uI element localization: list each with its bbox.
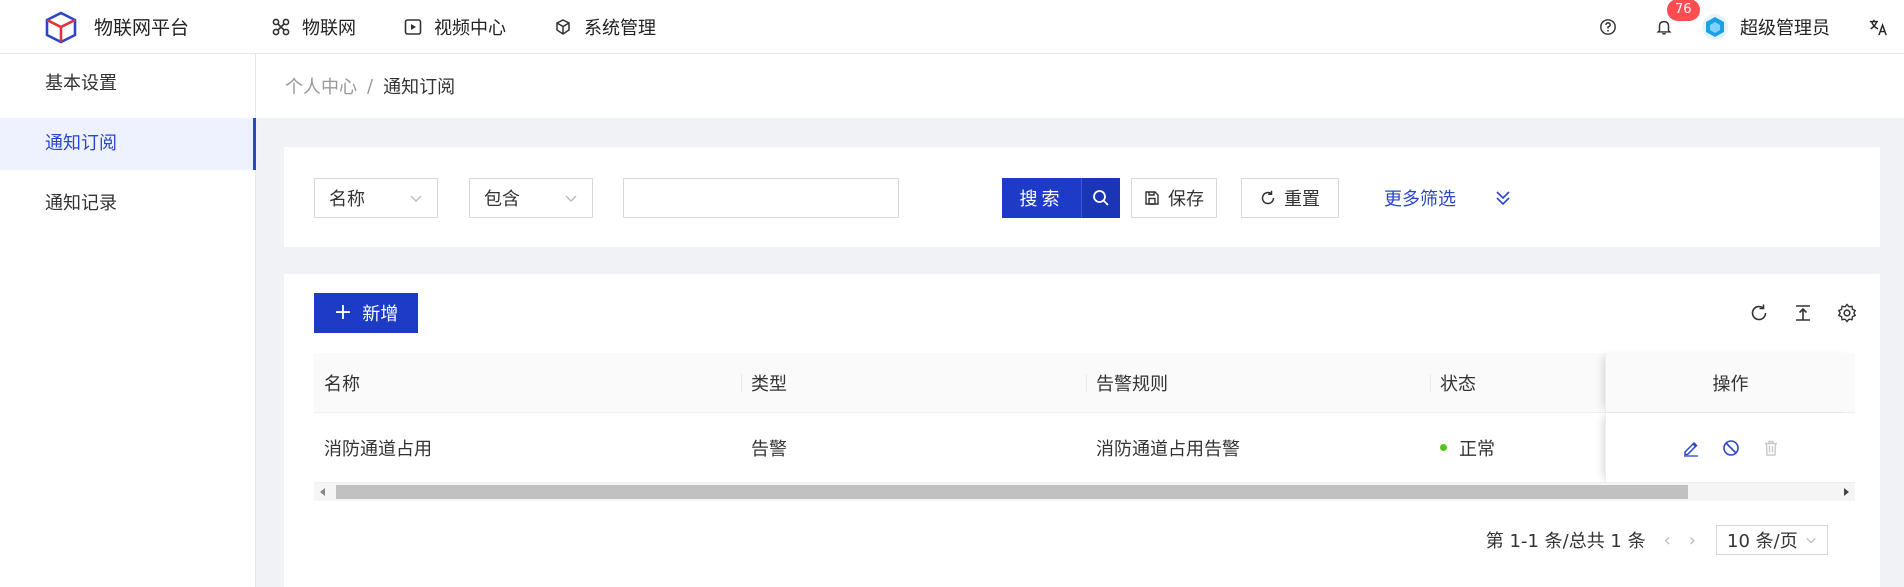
app-title: 物联网平台 bbox=[94, 17, 190, 39]
breadcrumb: 个人中心 / 通知订阅 bbox=[256, 54, 1904, 118]
column-header-type: 类型 bbox=[741, 353, 787, 412]
app-logo[interactable]: 物联网平台 bbox=[42, 10, 272, 44]
export-icon[interactable] bbox=[1792, 302, 1814, 324]
prev-page-icon[interactable]: ‹ bbox=[1664, 530, 1671, 551]
cell-alarm-rule: 消防通道占用告警 bbox=[1096, 438, 1240, 460]
field-select[interactable]: 名称 bbox=[314, 178, 438, 218]
subscription-table: 名称 类型 告警规则 状态 操作 消防通道占用 告警 消防通道占用告警 正常 bbox=[314, 353, 1855, 483]
translate-icon[interactable] bbox=[1868, 17, 1888, 37]
table-tools bbox=[1726, 302, 1858, 324]
operator-select-value: 包含 bbox=[484, 189, 520, 210]
notification-bell[interactable]: 76 bbox=[1654, 0, 1700, 37]
plus-icon: + bbox=[333, 300, 353, 325]
nav-system-management[interactable]: 系统管理 bbox=[554, 14, 656, 40]
main-nav: 物联网 视频中心 系统管理 bbox=[272, 14, 704, 40]
cell-actions bbox=[1605, 413, 1855, 482]
table-row[interactable]: 消防通道占用 告警 消防通道占用告警 正常 bbox=[314, 413, 1855, 483]
add-button-label: 新增 bbox=[362, 304, 399, 325]
scroll-left-arrow-icon[interactable] bbox=[320, 488, 325, 496]
pagination-summary: 第 1-1 条/总共 1 条 bbox=[1485, 531, 1646, 552]
chevron-down-icon bbox=[410, 195, 422, 202]
column-header-name: 名称 bbox=[324, 373, 360, 395]
search-button-label: 搜索 bbox=[1002, 178, 1081, 218]
avatar bbox=[1702, 14, 1728, 40]
pagination: 第 1-1 条/总共 1 条 ‹ › 10 条/页 bbox=[1486, 525, 1828, 555]
sidebar-item-notification-records[interactable]: 通知记录 bbox=[0, 178, 255, 230]
nav-video-center[interactable]: 视频中心 bbox=[404, 14, 506, 40]
user-name: 超级管理员 bbox=[1740, 18, 1830, 39]
edit-icon[interactable] bbox=[1681, 438, 1701, 458]
operator-select[interactable]: 包含 bbox=[469, 178, 593, 218]
table-panel: + 新增 名称 类型 告警规则 状态 操作 消防通道占用 告警 消防通道占用告警… bbox=[284, 274, 1880, 587]
cube-icon bbox=[556, 18, 570, 35]
sidebar-item-basic-settings[interactable]: 基本设置 bbox=[0, 58, 255, 110]
double-chevron-down-icon[interactable] bbox=[1494, 189, 1512, 207]
header-actions: 76 超级管理员 bbox=[1598, 0, 1904, 54]
settings-icon[interactable] bbox=[1836, 302, 1858, 324]
save-icon bbox=[1145, 191, 1159, 205]
table-header: 名称 类型 告警规则 状态 操作 bbox=[314, 353, 1855, 413]
status-dot bbox=[1440, 444, 1447, 451]
save-button[interactable]: 保存 bbox=[1131, 178, 1217, 218]
more-filter-link[interactable]: 更多筛选 bbox=[1384, 178, 1456, 218]
grid-icon bbox=[272, 18, 290, 35]
reset-icon bbox=[1261, 190, 1275, 205]
status-text: 正常 bbox=[1459, 438, 1495, 460]
horizontal-scrollbar[interactable] bbox=[314, 483, 1855, 501]
cell-name: 消防通道占用 bbox=[324, 438, 432, 460]
breadcrumb-parent[interactable]: 个人中心 bbox=[285, 73, 357, 99]
sidebar-item-notification-subscription[interactable]: 通知订阅 bbox=[0, 118, 256, 170]
save-button-label: 保存 bbox=[1168, 189, 1204, 210]
reset-button[interactable]: 重置 bbox=[1241, 178, 1339, 218]
column-header-actions: 操作 bbox=[1605, 353, 1855, 412]
search-icon[interactable] bbox=[1081, 178, 1120, 218]
refresh-icon[interactable] bbox=[1748, 302, 1770, 324]
nav-system-label: 系统管理 bbox=[584, 17, 656, 39]
field-select-value: 名称 bbox=[329, 189, 365, 210]
help-icon[interactable] bbox=[1598, 17, 1618, 37]
search-button[interactable]: 搜索 bbox=[1002, 178, 1120, 218]
column-header-status: 状态 bbox=[1430, 353, 1476, 412]
breadcrumb-separator: / bbox=[367, 75, 374, 97]
notification-badge: 76 bbox=[1667, 0, 1700, 21]
nav-video-label: 视频中心 bbox=[434, 17, 506, 39]
chevron-down-icon bbox=[1806, 537, 1816, 544]
user-menu[interactable]: 超级管理员 bbox=[1702, 14, 1830, 40]
scroll-right-arrow-icon[interactable] bbox=[1844, 488, 1849, 496]
breadcrumb-current: 通知订阅 bbox=[383, 77, 456, 98]
column-header-alarm-rule: 告警规则 bbox=[1086, 353, 1168, 412]
delete-icon[interactable] bbox=[1761, 438, 1781, 458]
nav-iot-label: 物联网 bbox=[302, 17, 356, 39]
filter-panel: 名称 包含 搜索 保存 重置 更多筛选 bbox=[284, 147, 1880, 247]
logo-cube-icon bbox=[45, 11, 77, 43]
top-header: 物联网平台 物联网 视频中心 系统管理 76 超级管理员 bbox=[0, 0, 1904, 54]
play-icon bbox=[404, 18, 422, 35]
page-size-value: 10 条/页 bbox=[1727, 531, 1798, 552]
add-button[interactable]: + 新增 bbox=[314, 293, 418, 333]
next-page-icon[interactable]: › bbox=[1689, 530, 1696, 551]
cell-status: 正常 bbox=[1430, 413, 1495, 482]
cell-type: 告警 bbox=[751, 438, 787, 460]
chevron-down-icon bbox=[565, 195, 577, 202]
bell-icon bbox=[1654, 17, 1674, 37]
nav-iot[interactable]: 物联网 bbox=[272, 14, 356, 40]
sidebar: 基本设置 通知订阅 通知记录 bbox=[0, 54, 256, 587]
scrollbar-thumb[interactable] bbox=[336, 485, 1688, 499]
filter-value-input[interactable] bbox=[623, 178, 899, 218]
page-size-select[interactable]: 10 条/页 bbox=[1716, 525, 1828, 555]
disable-icon[interactable] bbox=[1721, 438, 1741, 458]
reset-button-label: 重置 bbox=[1284, 189, 1320, 210]
